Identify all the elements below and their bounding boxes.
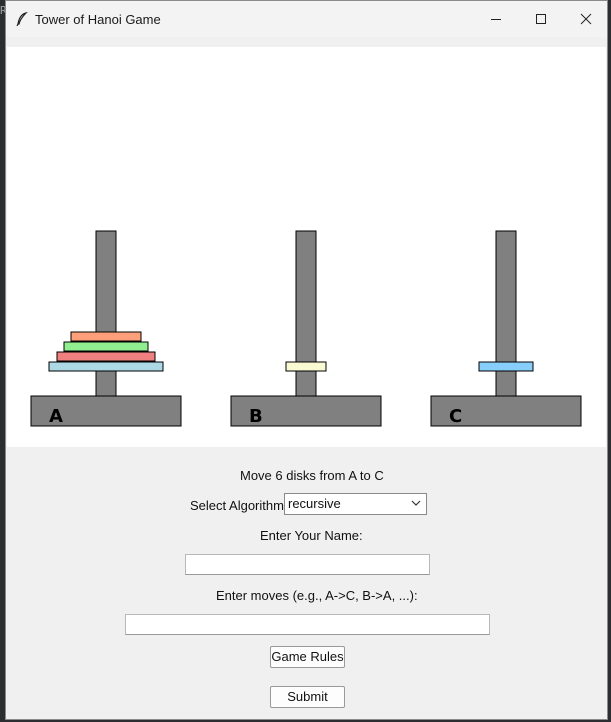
minimize-icon (491, 19, 501, 20)
tower-board: A B C (30, 230, 582, 427)
tower-label-b: B (249, 406, 263, 427)
algorithm-select-value: recursive (288, 496, 341, 511)
maximize-icon (536, 14, 546, 24)
name-label: Enter Your Name: (260, 528, 363, 543)
control-panel: Move 6 disks from A to C Select Algorith… (6, 447, 607, 719)
title-bar[interactable]: Tower of Hanoi Game (6, 1, 607, 37)
game-canvas[interactable]: A B C (7, 47, 606, 447)
status-text: Move 6 disks from A to C (240, 468, 384, 483)
algorithm-label: Select Algorithm: (190, 498, 288, 513)
tower-label-a: A (49, 406, 63, 427)
app-window: Tower of Hanoi Game A B C Move 6 disks fro… (5, 0, 608, 720)
disk-b-1 (285, 361, 327, 372)
moves-input[interactable] (125, 614, 490, 635)
window-title: Tower of Hanoi Game (35, 12, 161, 27)
disk-a-2 (56, 351, 156, 362)
tower-label-c: C (449, 406, 462, 427)
moves-label: Enter moves (e.g., A->C, B->A, ...): (216, 588, 418, 603)
maximize-button[interactable] (518, 1, 564, 37)
algorithm-select[interactable]: recursive (284, 493, 427, 515)
disk-a-1 (48, 361, 164, 372)
minimize-button[interactable] (473, 1, 519, 37)
game-rules-button[interactable]: Game Rules (270, 646, 345, 668)
close-icon (580, 13, 592, 25)
close-button[interactable] (563, 1, 607, 37)
disk-a-4 (70, 331, 142, 342)
feather-icon (16, 12, 28, 26)
name-input[interactable] (185, 554, 430, 575)
disk-a-3 (63, 341, 149, 352)
submit-button[interactable]: Submit (270, 686, 345, 708)
disk-c-1 (478, 361, 534, 372)
chevron-down-icon (411, 500, 421, 506)
